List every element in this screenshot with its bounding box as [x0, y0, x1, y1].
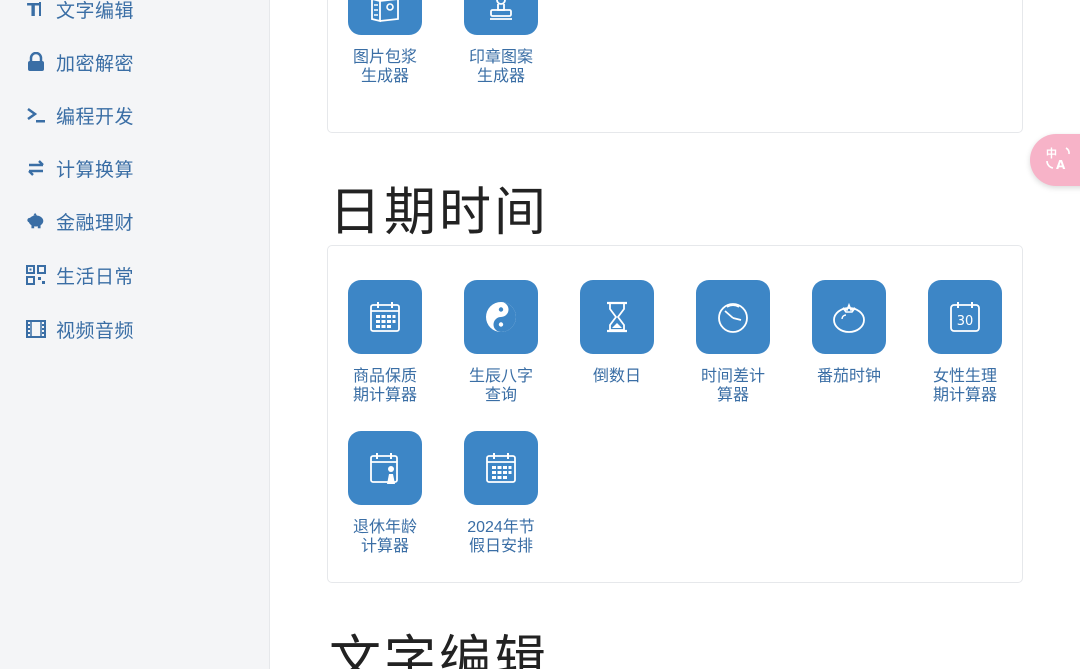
- calendar-30-icon: 30: [928, 280, 1002, 354]
- sidebar-item-programming[interactable]: 编程开发: [26, 100, 134, 130]
- translate-icon: 中A: [1044, 145, 1072, 176]
- clock-icon: [696, 280, 770, 354]
- sidebar-item-encrypt[interactable]: 加密解密: [26, 47, 134, 77]
- tool-image-patina[interactable]: 图片包浆 生成器: [335, 0, 435, 86]
- tomato-icon: [812, 280, 886, 354]
- sidebar-item-label: 加密解密: [56, 53, 135, 75]
- calendar-person-icon: [348, 431, 422, 505]
- tool-label: 时间差计 算器: [700, 368, 765, 404]
- stamp-icon: [464, 0, 538, 35]
- film-icon: [26, 319, 46, 339]
- tool-label: 商品保质 期计算器: [352, 368, 417, 404]
- svg-text:30: 30: [957, 314, 974, 329]
- tool-label: 印章图案 生成器: [468, 49, 533, 85]
- date-time-tools-card: 商品保质 期计算器 生辰八字 查询 倒数日 时间差计 算器 番茄时钟 30 女性…: [327, 245, 1023, 583]
- tool-label: 生辰八字 查询: [468, 368, 533, 404]
- yin-yang-icon: [464, 280, 538, 354]
- calendar-grid-icon: [464, 431, 538, 505]
- terminal-icon: [26, 105, 46, 125]
- tool-bazi-query[interactable]: 生辰八字 查询: [451, 280, 551, 405]
- tool-label: 2024年节 假日安排: [467, 519, 535, 555]
- tool-countdown-days[interactable]: 倒数日: [567, 280, 667, 386]
- sidebar-item-text-edit[interactable]: T 文字编辑: [26, 0, 134, 24]
- section-title-text-edit: 文字编辑: [329, 632, 550, 669]
- tool-pomodoro-timer[interactable]: 番茄时钟: [799, 280, 899, 386]
- sidebar-item-label: 文字编辑: [56, 0, 135, 22]
- image-tools-card: 图片包浆 生成器 印章图案 生成器: [327, 0, 1023, 133]
- tool-label: 倒数日: [592, 368, 641, 385]
- sidebar-item-label: 金融理财: [56, 212, 135, 234]
- calendar-grid-icon: [348, 280, 422, 354]
- sidebar-item-video-audio[interactable]: 视频音频: [26, 314, 134, 344]
- piggy-bank-icon: [26, 211, 46, 231]
- svg-text:T: T: [27, 0, 40, 19]
- tool-stamp-generator[interactable]: 印章图案 生成器: [451, 0, 551, 86]
- sidebar-item-label: 编程开发: [56, 106, 135, 128]
- tool-label: 女性生理 期计算器: [932, 368, 997, 404]
- exchange-icon: [26, 158, 46, 178]
- sidebar: T 文字编辑 加密解密 编程开发 计算换算 金融理财 生活日常 视频音频: [0, 0, 270, 669]
- qrcode-icon: [26, 265, 46, 285]
- translate-button[interactable]: 中A: [1030, 134, 1080, 186]
- sidebar-item-label: 生活日常: [56, 266, 135, 288]
- tool-2024-holiday-schedule[interactable]: 2024年节 假日安排: [451, 431, 551, 556]
- tool-label: 图片包浆 生成器: [352, 49, 417, 85]
- tool-retirement-age-calculator[interactable]: 退休年龄 计算器: [335, 431, 435, 556]
- tool-label: 番茄时钟: [816, 368, 881, 385]
- text-edit-icon: T: [26, 0, 46, 19]
- tool-shelf-life-calculator[interactable]: 商品保质 期计算器: [335, 280, 435, 405]
- lock-icon: [26, 52, 46, 72]
- tool-time-difference-calculator[interactable]: 时间差计 算器: [683, 280, 783, 405]
- tool-menstrual-calculator[interactable]: 30 女性生理 期计算器: [915, 280, 1015, 405]
- sidebar-item-calculate[interactable]: 计算换算: [26, 153, 134, 183]
- tool-label: 退休年龄 计算器: [352, 519, 417, 555]
- image-map-icon: [348, 0, 422, 35]
- hourglass-icon: [580, 280, 654, 354]
- sidebar-item-finance[interactable]: 金融理财: [26, 206, 134, 236]
- sidebar-item-label: 计算换算: [56, 159, 135, 181]
- sidebar-item-label: 视频音频: [56, 320, 135, 342]
- section-title-date-time: 日期时间: [329, 184, 550, 242]
- svg-text:A: A: [1056, 158, 1066, 171]
- sidebar-item-daily-life[interactable]: 生活日常: [26, 260, 134, 290]
